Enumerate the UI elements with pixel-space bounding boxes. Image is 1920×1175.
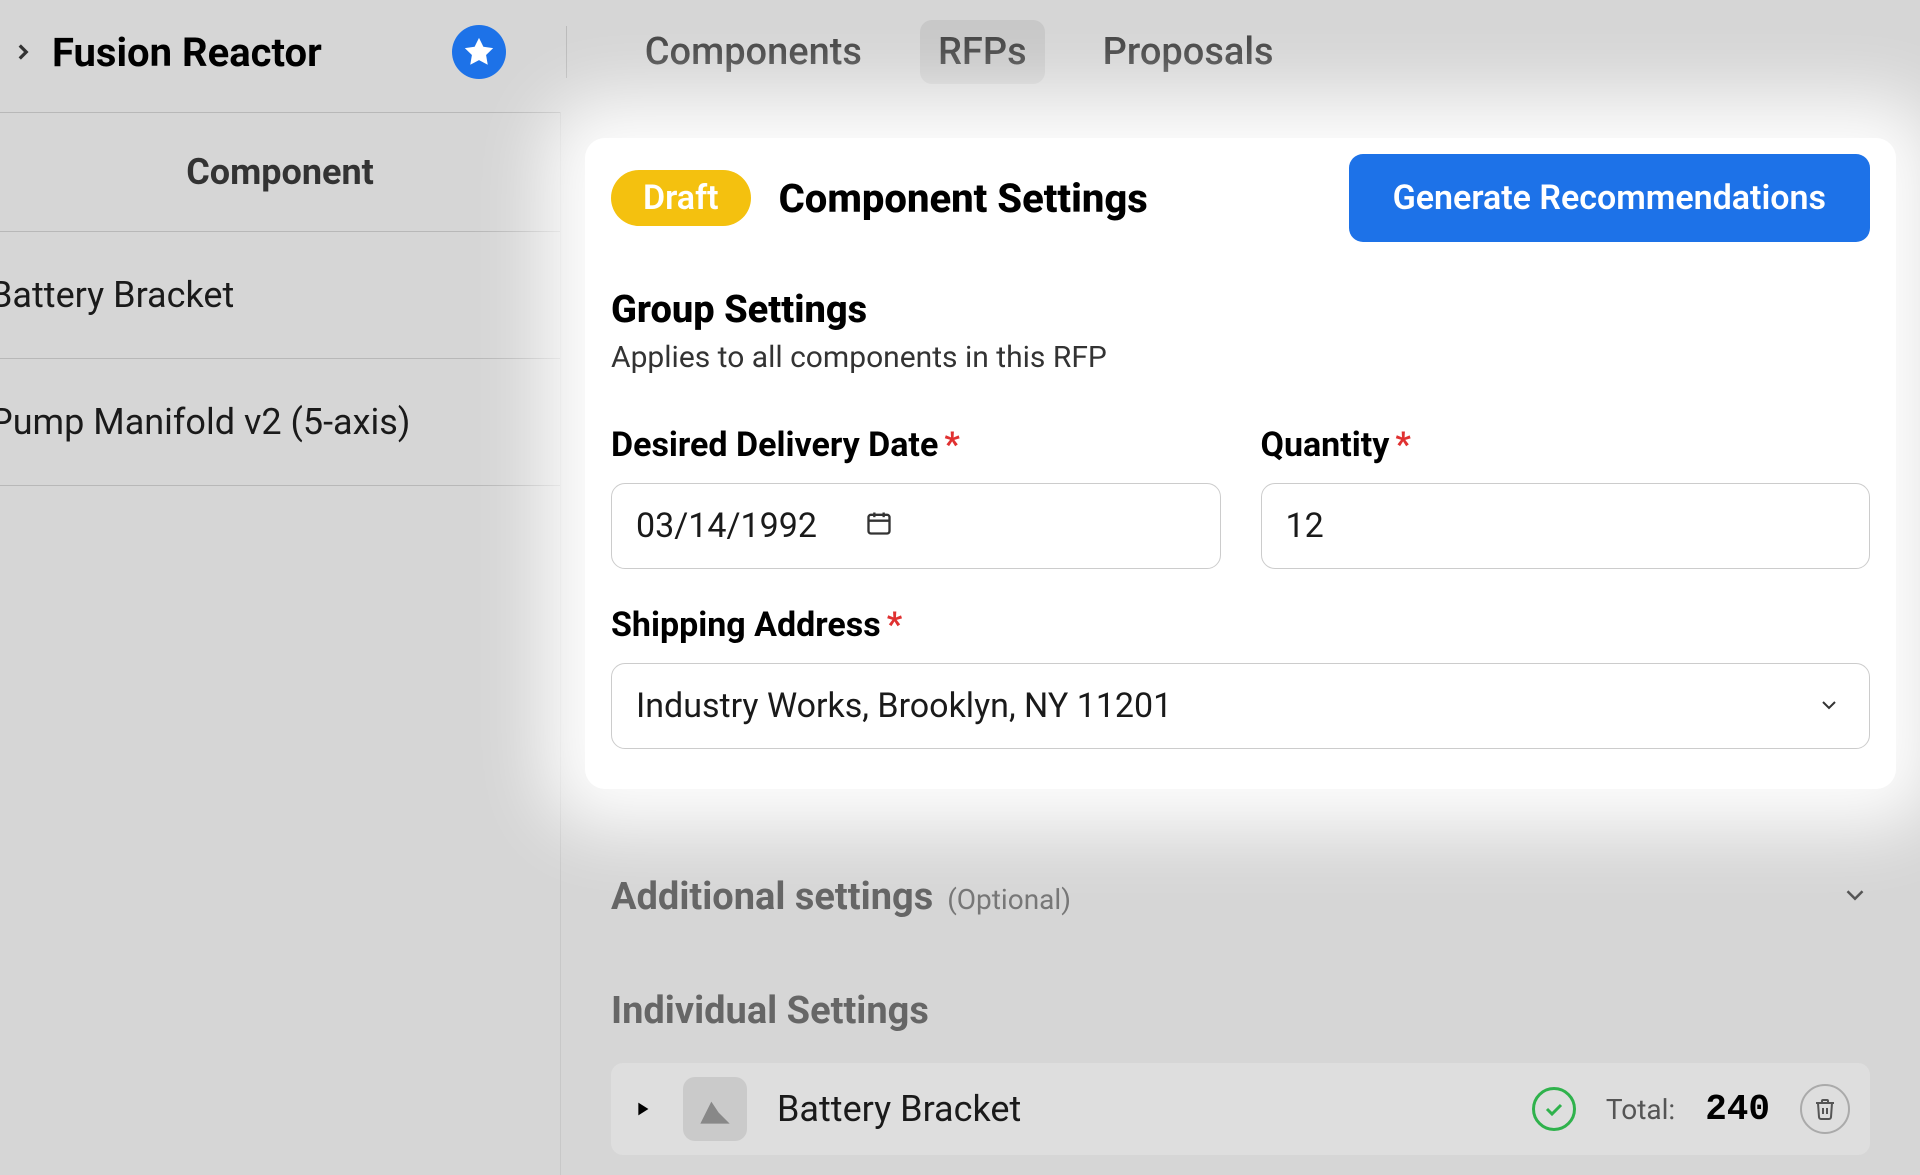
main-tabs: Components RFPs Proposals <box>627 20 1292 84</box>
sidebar-header-label: Component <box>186 151 374 193</box>
main-content: Draft Component Settings Generate Recomm… <box>560 112 1920 1175</box>
chevron-down-icon <box>1817 686 1841 726</box>
card-title: Component Settings <box>779 175 1321 222</box>
header-divider <box>566 26 567 78</box>
chevron-right-icon[interactable] <box>10 39 36 65</box>
component-sidebar: Component Battery Bracket Pump Manifold … <box>0 112 560 1175</box>
component-settings-card: Draft Component Settings Generate Recomm… <box>585 138 1896 789</box>
breadcrumb: Fusion Reactor <box>10 29 322 76</box>
check-circle-icon <box>1532 1087 1576 1131</box>
individual-component-name: Battery Bracket <box>777 1088 1502 1130</box>
sidebar-item-pump[interactable]: Pump Manifold v2 (5-axis) <box>0 359 560 486</box>
tab-components[interactable]: Components <box>627 20 880 84</box>
chevron-down-icon <box>1840 880 1870 914</box>
sidebar-item-battery[interactable]: Battery Bracket <box>0 232 560 359</box>
individual-component-row[interactable]: Battery Bracket Total: 240 <box>611 1063 1870 1155</box>
individual-settings-title: Individual Settings <box>611 949 1870 1063</box>
breadcrumb-title[interactable]: Fusion Reactor <box>52 29 322 76</box>
component-thumbnail-icon <box>683 1077 747 1141</box>
tab-rfps[interactable]: RFPs <box>920 20 1045 84</box>
required-asterisk: * <box>887 605 902 645</box>
delete-button[interactable] <box>1800 1084 1850 1134</box>
app-header: Fusion Reactor Components RFPs Proposals <box>0 0 1920 112</box>
group-settings-title: Group Settings <box>611 288 1870 332</box>
required-asterisk: * <box>1395 425 1410 465</box>
delivery-date-input[interactable]: 03/14/1992 <box>611 483 1221 569</box>
status-badge: Draft <box>611 170 751 226</box>
required-asterisk: * <box>944 425 959 465</box>
shipping-address-select[interactable]: Industry Works, Brooklyn, NY 11201 <box>611 663 1870 749</box>
generate-recommendations-button[interactable]: Generate Recommendations <box>1349 154 1870 242</box>
calendar-icon[interactable] <box>865 506 893 546</box>
optional-label: (Optional) <box>947 883 1071 916</box>
additional-settings-title: Additional settings <box>611 875 933 919</box>
additional-settings-toggle[interactable]: Additional settings (Optional) <box>611 845 1870 949</box>
quantity-input[interactable]: 12 <box>1261 483 1871 569</box>
group-settings-subtitle: Applies to all components in this RFP <box>611 340 1870 375</box>
total-value: 240 <box>1705 1089 1770 1130</box>
sidebar-header: Component <box>0 112 560 232</box>
quantity-label: Quantity* <box>1261 425 1871 465</box>
star-badge-icon[interactable] <box>452 25 506 79</box>
expand-arrow-icon[interactable] <box>631 1098 653 1120</box>
delivery-date-label: Desired Delivery Date* <box>611 425 1221 465</box>
tab-proposals[interactable]: Proposals <box>1085 20 1292 84</box>
total-label: Total: <box>1606 1093 1675 1126</box>
shipping-label: Shipping Address* <box>611 605 1870 645</box>
